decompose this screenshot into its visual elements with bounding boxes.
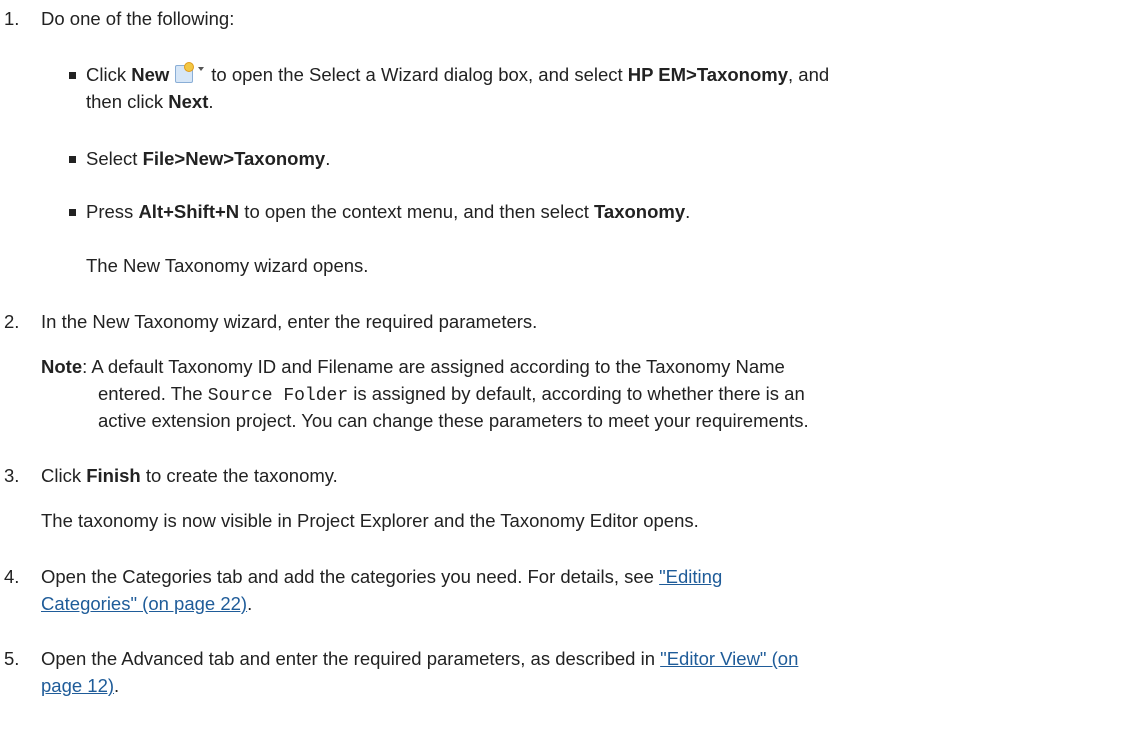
bullet-icon <box>69 209 76 216</box>
editor-view-link[interactable]: page 12) <box>41 675 114 696</box>
step-5-line2: page 12). <box>41 675 120 696</box>
option-new-button: Click New to open the Select a Wizard dia… <box>86 63 830 85</box>
step-number: 4. <box>4 566 20 587</box>
step-number: 2. <box>4 311 20 332</box>
document-page: 1. Do one of the following: Click New to … <box>4 8 830 696</box>
step-number: 1. <box>4 8 20 29</box>
bullet-icon <box>69 72 76 79</box>
next-label: Next <box>168 91 209 112</box>
option-new-button-line2: then click Next. <box>86 91 214 112</box>
editing-categories-link[interactable]: Categories" (on page 22) <box>41 593 247 614</box>
wizard-opens-text: The New Taxonomy wizard opens. <box>86 255 369 276</box>
shortcut-keys: Alt+Shift+N <box>138 201 240 222</box>
hp-em-taxonomy: HP EM>Taxonomy <box>627 64 789 85</box>
source-folder-code: Source Folder <box>207 386 349 406</box>
note-line3: active extension project. You can change… <box>98 410 809 431</box>
step-3-result: The taxonomy is now visible in Project E… <box>41 510 699 531</box>
finish-label: Finish <box>86 465 141 486</box>
step-text: Do one of the following: <box>41 8 235 29</box>
bullet-icon <box>69 156 76 163</box>
note-line2: entered. The Source Folder is assigned b… <box>98 383 805 406</box>
new-wizard-icon <box>173 63 207 84</box>
note: Note: A default Taxonomy ID and Filename… <box>41 356 785 377</box>
note-label: Note <box>41 356 83 377</box>
option-file-menu: Select File>New>Taxonomy. <box>86 148 331 169</box>
file-new-taxonomy: File>New>Taxonomy <box>142 148 326 169</box>
step-number: 3. <box>4 465 20 486</box>
editor-view-link[interactable]: "Editor View" (on <box>660 648 798 669</box>
taxonomy-label: Taxonomy <box>594 201 686 222</box>
option-shortcut: Press Alt+Shift+N to open the context me… <box>86 201 691 222</box>
step-text: In the New Taxonomy wizard, enter the re… <box>41 311 538 332</box>
editing-categories-link[interactable]: "Editing <box>659 566 722 587</box>
step-4-line2: Categories" (on page 22). <box>41 593 253 614</box>
step-number: 5. <box>4 648 20 669</box>
new-label: New <box>131 64 170 85</box>
